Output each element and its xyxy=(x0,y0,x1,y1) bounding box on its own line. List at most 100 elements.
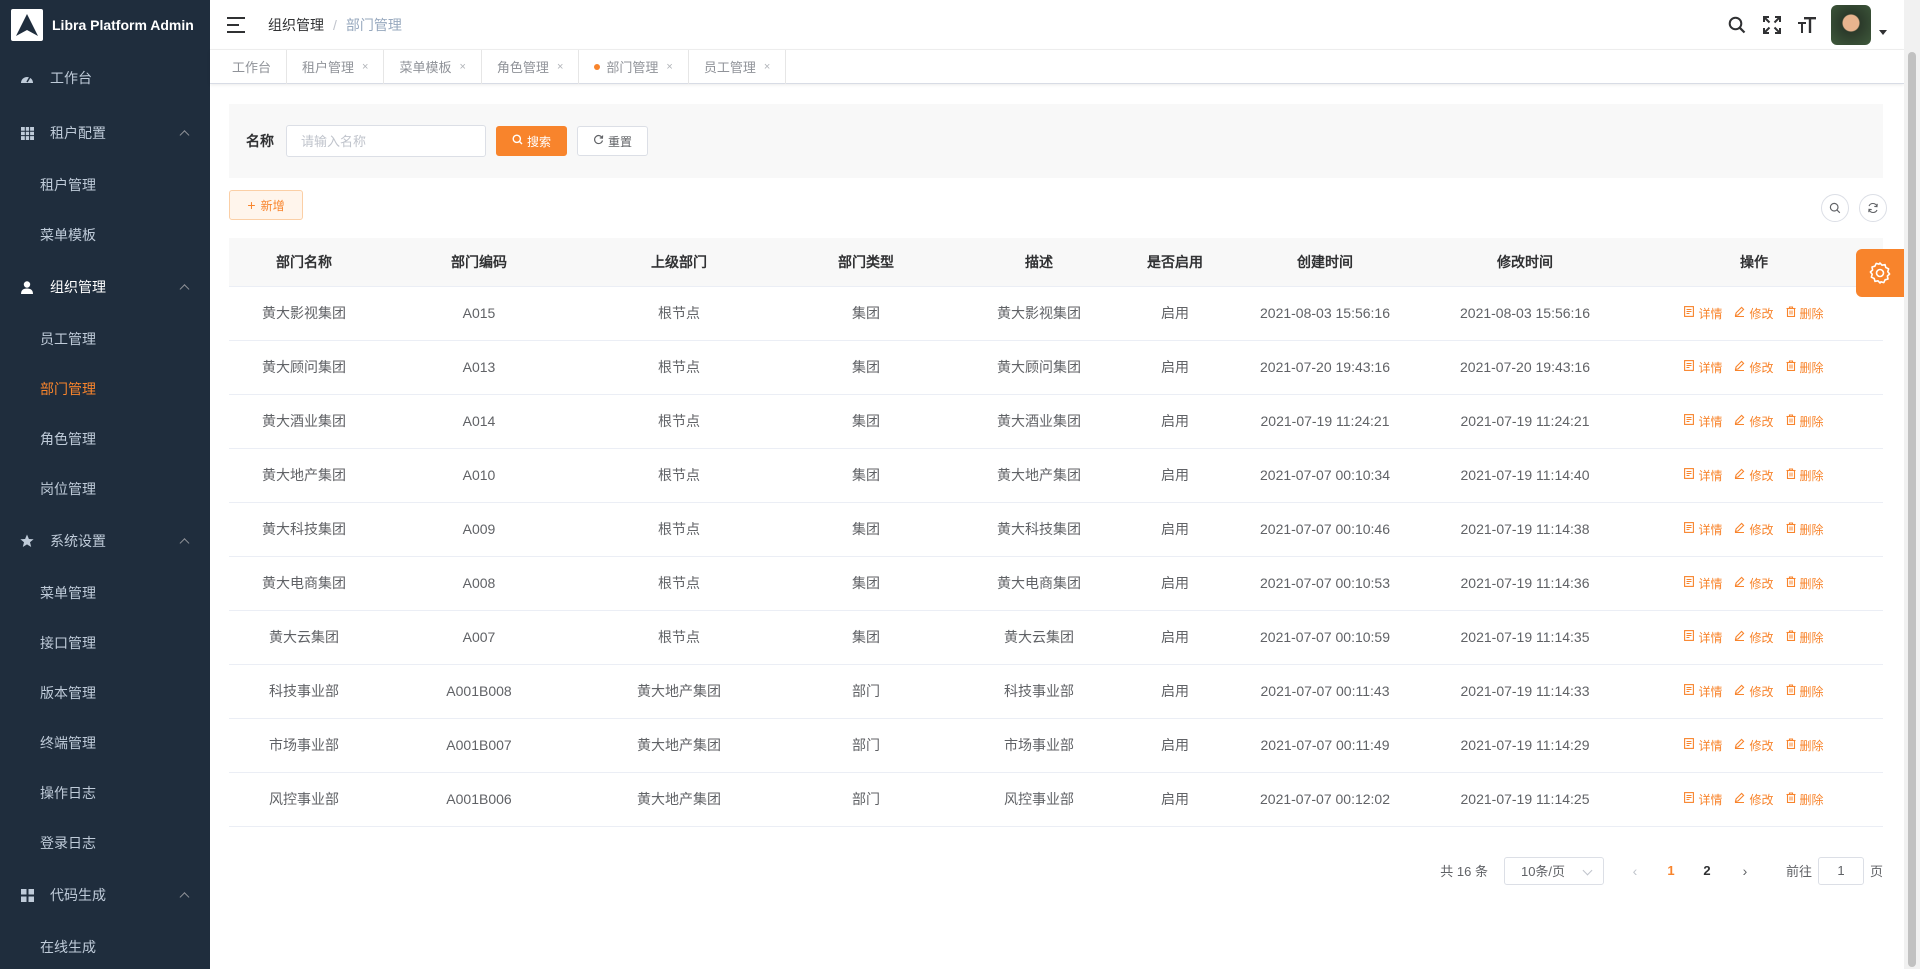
delete-button[interactable]: 删除 xyxy=(1786,413,1824,430)
delete-button[interactable]: 删除 xyxy=(1786,359,1824,376)
name-search-input[interactable] xyxy=(286,125,486,157)
table-cell: A010 xyxy=(379,448,579,503)
detail-button[interactable]: 详情 xyxy=(1684,791,1722,808)
edit-button[interactable]: 修改 xyxy=(1734,305,1774,322)
trash-icon xyxy=(1786,576,1796,590)
tag-department[interactable]: 部门管理 × xyxy=(579,49,689,84)
table-cell: 启用 xyxy=(1125,718,1225,773)
edit-button[interactable]: 修改 xyxy=(1734,521,1774,538)
action-label: 删除 xyxy=(1799,306,1824,321)
close-icon[interactable]: × xyxy=(557,61,563,73)
reset-button[interactable]: 重置 xyxy=(577,126,649,156)
sidebar-item-login-log[interactable]: 登录日志 xyxy=(0,818,210,868)
table-cell: 根节点 xyxy=(579,286,779,341)
user-icon xyxy=(20,280,34,294)
delete-button[interactable]: 删除 xyxy=(1786,305,1824,322)
delete-button[interactable]: 删除 xyxy=(1786,629,1824,646)
edit-button[interactable]: 修改 xyxy=(1734,629,1774,646)
sidebar-item-employee[interactable]: 员工管理 xyxy=(0,314,210,364)
detail-button[interactable]: 详情 xyxy=(1684,737,1722,754)
sidebar-item-api-manage[interactable]: 接口管理 xyxy=(0,618,210,668)
reset-button-label: 重置 xyxy=(608,134,633,149)
detail-button[interactable]: 详情 xyxy=(1684,467,1722,484)
breadcrumb-item[interactable]: 组织管理 xyxy=(268,15,324,35)
document-icon xyxy=(1684,468,1695,482)
detail-button[interactable]: 详情 xyxy=(1684,575,1722,592)
search-icon[interactable] xyxy=(1727,15,1747,35)
table-cell: A001B007 xyxy=(379,718,579,773)
delete-button[interactable]: 删除 xyxy=(1786,521,1824,538)
scrollbar-thumb[interactable] xyxy=(1908,52,1916,967)
next-page-button[interactable]: › xyxy=(1738,863,1752,879)
sidebar-group-system[interactable]: 系统设置 xyxy=(0,514,210,568)
detail-button[interactable]: 详情 xyxy=(1684,413,1722,430)
close-icon[interactable]: × xyxy=(764,61,770,73)
edit-button[interactable]: 修改 xyxy=(1734,791,1774,808)
toggle-search-button[interactable] xyxy=(1821,194,1849,222)
refresh-button[interactable] xyxy=(1859,194,1887,222)
fullscreen-icon[interactable] xyxy=(1762,15,1782,35)
edit-button[interactable]: 修改 xyxy=(1734,467,1774,484)
edit-button[interactable]: 修改 xyxy=(1734,575,1774,592)
sidebar-item-menu-manage[interactable]: 菜单管理 xyxy=(0,568,210,618)
page-number-1[interactable]: 1 xyxy=(1664,863,1678,878)
sidebar-item-department[interactable]: 部门管理 xyxy=(0,364,210,414)
table-cell: 集团 xyxy=(779,394,953,449)
prev-page-button[interactable]: ‹ xyxy=(1628,863,1642,879)
avatar[interactable] xyxy=(1831,5,1871,45)
edit-button[interactable]: 修改 xyxy=(1734,359,1774,376)
chevron-up-icon xyxy=(179,538,190,549)
tag-employee[interactable]: 员工管理 × xyxy=(689,49,787,84)
sidebar-item-post[interactable]: 岗位管理 xyxy=(0,464,210,514)
hamburger-icon[interactable] xyxy=(227,16,245,33)
table-cell: 黄大顾问集团 xyxy=(953,340,1125,395)
edit-icon xyxy=(1734,306,1745,320)
goto-page-input[interactable] xyxy=(1817,856,1864,885)
sidebar-item-terminal-manage[interactable]: 终端管理 xyxy=(0,718,210,768)
page-scrollbar[interactable] xyxy=(1904,0,1920,969)
sidebar-item-tenant-manage[interactable]: 租户管理 xyxy=(0,160,210,210)
tag-workbench[interactable]: 工作台 xyxy=(217,49,288,84)
tag-role[interactable]: 角色管理 × xyxy=(482,49,580,84)
search-button[interactable]: 搜索 xyxy=(496,126,568,156)
detail-button[interactable]: 详情 xyxy=(1684,629,1722,646)
table-cell: 集团 xyxy=(779,502,953,557)
detail-button[interactable]: 详情 xyxy=(1684,521,1722,538)
tag-menu-template[interactable]: 菜单模板 × xyxy=(384,49,482,84)
sidebar-item-version-manage[interactable]: 版本管理 xyxy=(0,668,210,718)
sidebar-item-operation-log[interactable]: 操作日志 xyxy=(0,768,210,818)
delete-button[interactable]: 删除 xyxy=(1786,737,1824,754)
tag-tenant[interactable]: 租户管理 × xyxy=(287,49,385,84)
delete-button[interactable]: 删除 xyxy=(1786,575,1824,592)
edit-button[interactable]: 修改 xyxy=(1734,413,1774,430)
sidebar-group-codegen[interactable]: 代码生成 xyxy=(0,868,210,922)
chevron-up-icon xyxy=(179,284,190,295)
detail-button[interactable]: 详情 xyxy=(1684,683,1722,700)
page-size-select[interactable]: 10条/页 xyxy=(1503,856,1604,885)
close-icon[interactable]: × xyxy=(362,61,368,73)
detail-button[interactable]: 详情 xyxy=(1684,359,1722,376)
page-number-2[interactable]: 2 xyxy=(1700,863,1714,878)
delete-button[interactable]: 删除 xyxy=(1786,683,1824,700)
edit-button[interactable]: 修改 xyxy=(1734,737,1774,754)
sidebar-item-online-gen[interactable]: 在线生成 xyxy=(0,922,210,969)
sidebar-item-role[interactable]: 角色管理 xyxy=(0,414,210,464)
detail-button[interactable]: 详情 xyxy=(1684,305,1722,322)
close-icon[interactable]: × xyxy=(666,61,672,73)
sidebar-group-tenant[interactable]: 租户配置 xyxy=(0,106,210,160)
caret-down-icon[interactable] xyxy=(1879,29,1887,35)
settings-button[interactable] xyxy=(1856,249,1904,297)
edit-icon xyxy=(1734,360,1745,374)
action-label: 删除 xyxy=(1799,792,1824,807)
add-button[interactable]: + 新增 xyxy=(229,190,303,220)
font-size-icon[interactable] xyxy=(1797,15,1817,35)
sidebar-item-menu-template[interactable]: 菜单模板 xyxy=(0,210,210,260)
delete-button[interactable]: 删除 xyxy=(1786,791,1824,808)
document-icon xyxy=(1684,738,1695,752)
delete-button[interactable]: 删除 xyxy=(1786,467,1824,484)
edit-button[interactable]: 修改 xyxy=(1734,683,1774,700)
sidebar-item-dashboard[interactable]: 工作台 xyxy=(0,49,210,106)
sidebar-group-org[interactable]: 组织管理 xyxy=(0,260,210,314)
logo-area[interactable]: Libra Platform Admin xyxy=(0,0,210,49)
close-icon[interactable]: × xyxy=(459,61,465,73)
